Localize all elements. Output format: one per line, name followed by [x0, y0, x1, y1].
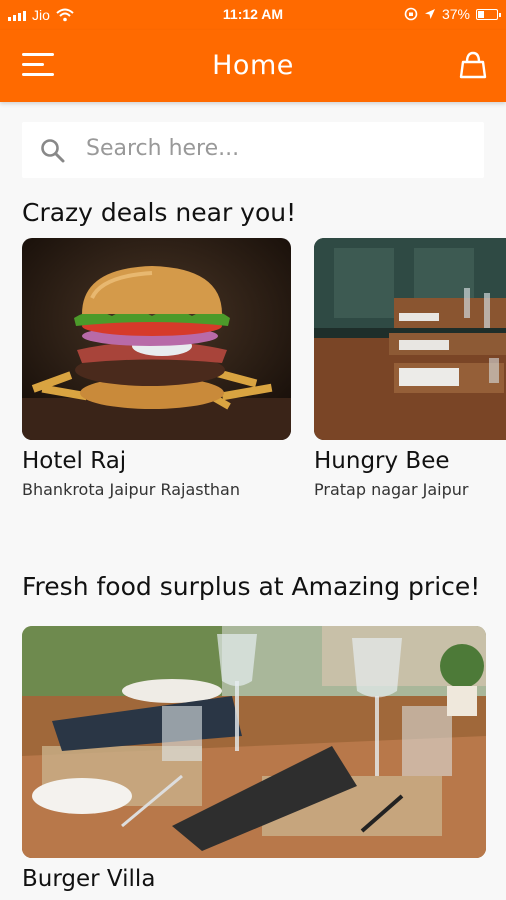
shopping-bag-icon: [459, 51, 487, 79]
battery-icon: [476, 8, 501, 20]
status-bar: Jio 11:12 AM 37%: [0, 0, 506, 30]
restaurant-name: Hungry Bee: [314, 448, 450, 474]
search-placeholder: Search here...: [86, 136, 240, 161]
app-header: Home: [0, 30, 506, 102]
status-right-group: 37%: [404, 6, 501, 22]
restaurant-image: [314, 238, 506, 440]
location-arrow-icon: [424, 9, 435, 19]
deal-card-hotel-raj[interactable]: Hotel Raj Bhankrota Jaipur Rajasthan: [22, 238, 291, 499]
surplus-card-burger-villa[interactable]: Burger Villa: [22, 626, 486, 892]
search-input[interactable]: Search here...: [22, 122, 484, 178]
rotation-lock-icon: [404, 7, 418, 21]
search-icon: [41, 139, 65, 163]
restaurant-address: Pratap nagar Jaipur: [314, 480, 469, 499]
restaurant-name: Hotel Raj: [22, 448, 127, 474]
restaurant-image: [22, 626, 486, 858]
restaurant-address: Bhankrota Jaipur Rajasthan: [22, 480, 240, 499]
deal-card-hungry-bee[interactable]: Hungry Bee Pratap nagar Jaipur: [314, 238, 506, 499]
cart-button[interactable]: [458, 50, 488, 80]
battery-percent: 37%: [441, 6, 470, 22]
deals-section-title: Crazy deals near you!: [22, 198, 297, 227]
page-title: Home: [212, 50, 294, 81]
restaurant-image: [22, 238, 291, 440]
surplus-section-title: Fresh food surplus at Amazing price!: [22, 572, 481, 601]
restaurant-name: Burger Villa: [22, 866, 156, 892]
